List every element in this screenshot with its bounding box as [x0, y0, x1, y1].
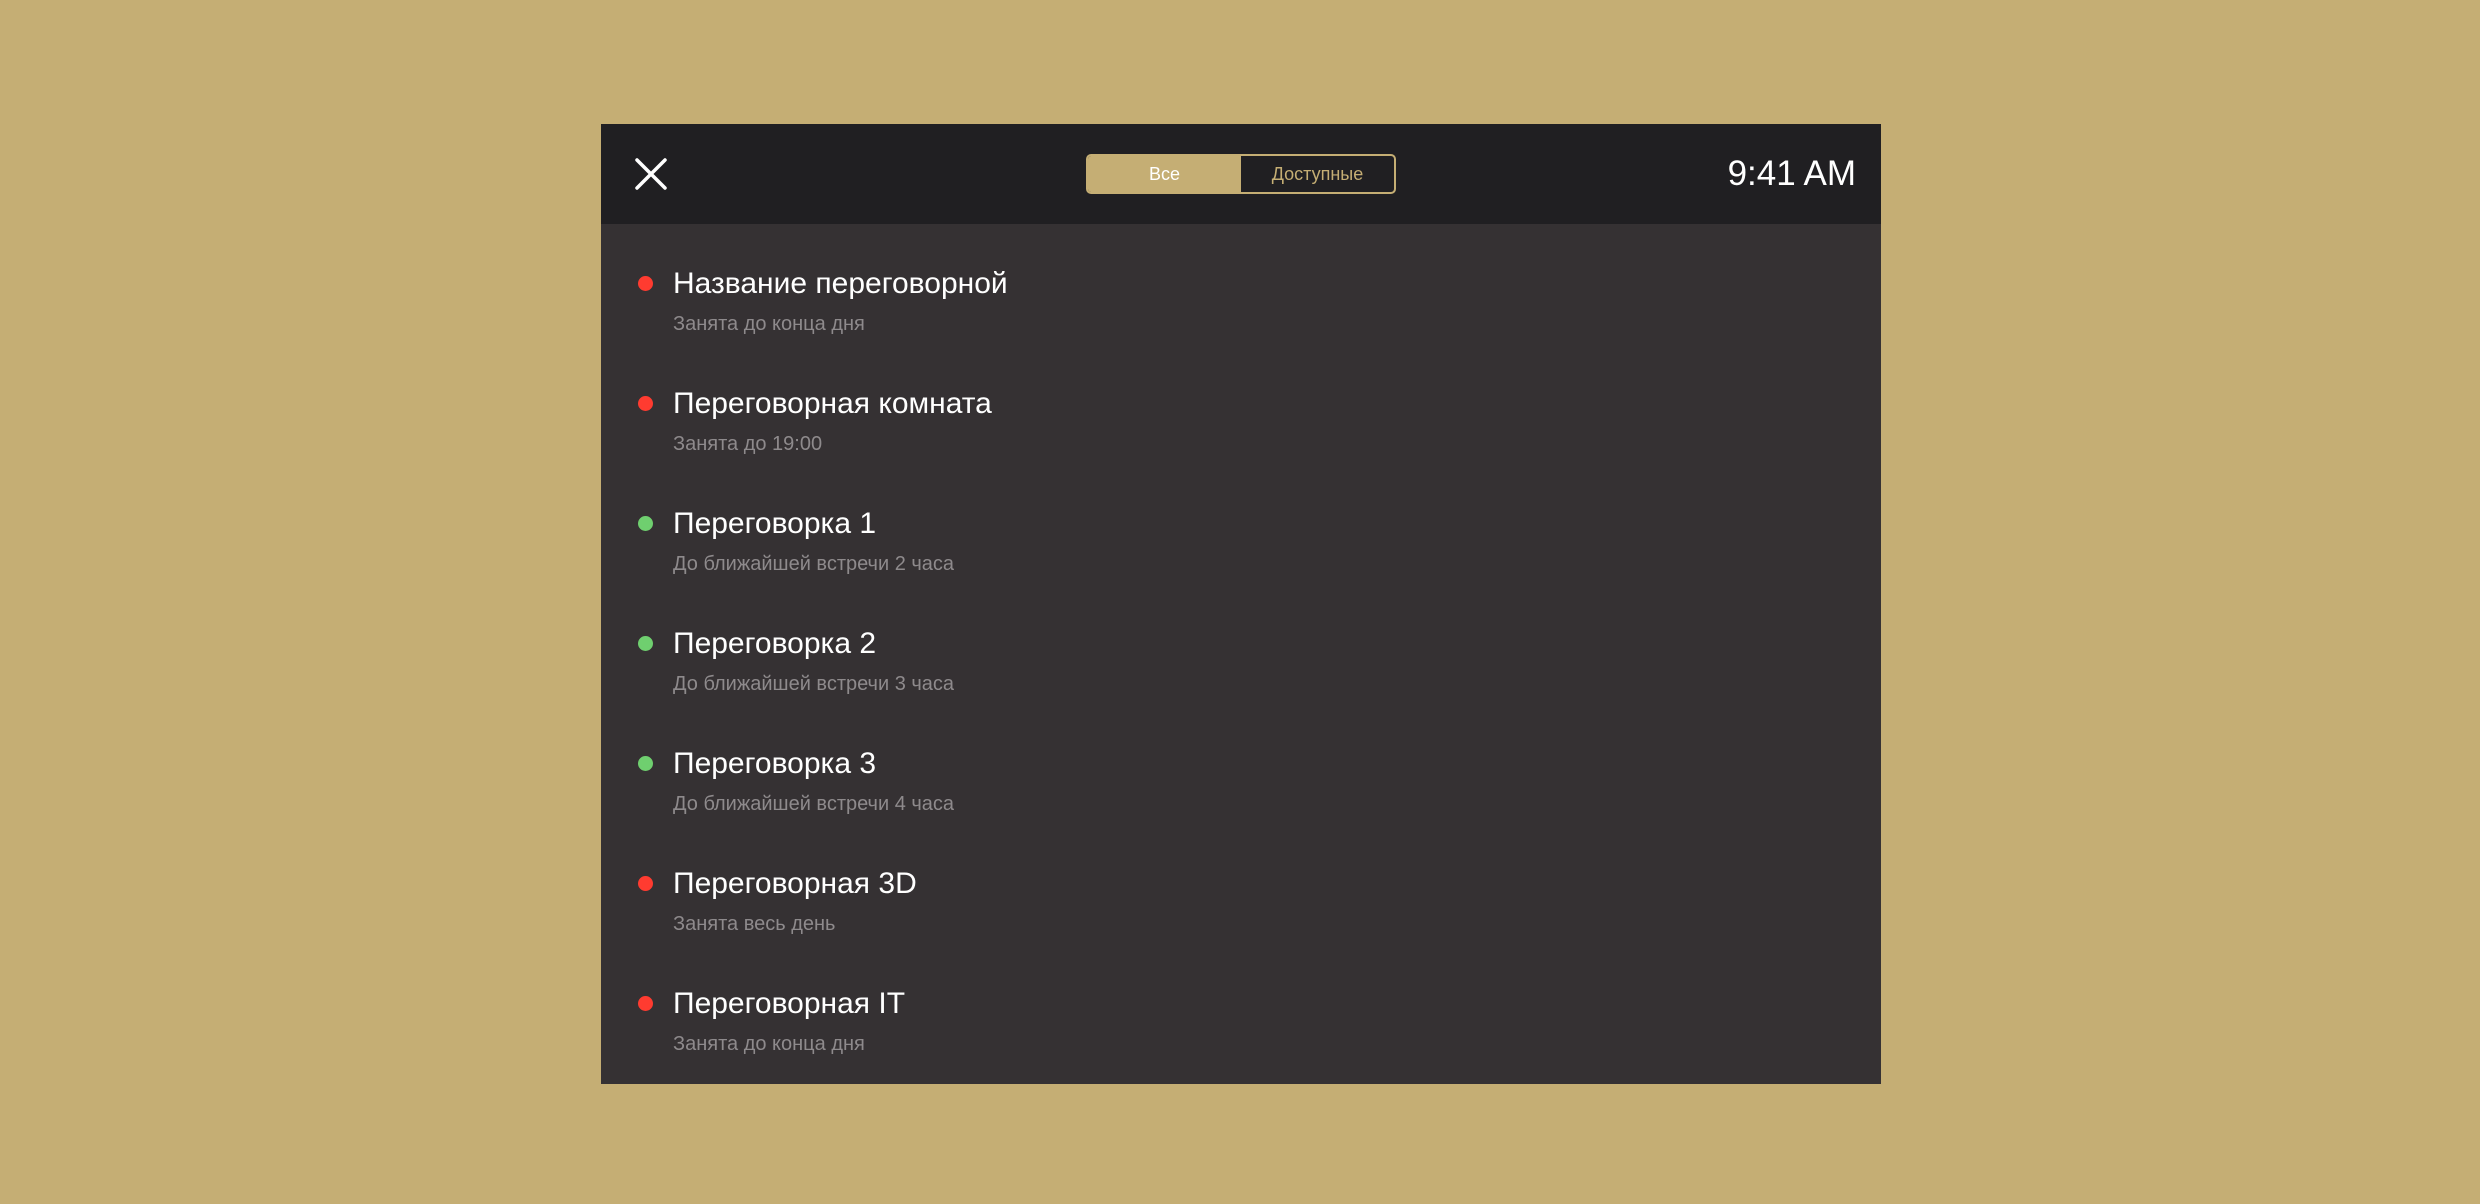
filter-all-tab[interactable]: Все [1088, 156, 1241, 192]
filter-available-tab[interactable]: Доступные [1241, 156, 1394, 192]
room-name: Переговорная 3D [673, 867, 917, 900]
room-status: До ближайшей встречи 4 часа [673, 793, 955, 815]
room-name: Переговорка 1 [673, 507, 877, 540]
room-status: До ближайшей встречи 2 часа [673, 553, 955, 575]
room-status: Занята весь день [673, 913, 836, 935]
close-icon [635, 158, 667, 190]
status-dot [638, 876, 653, 891]
status-dot [638, 996, 653, 1011]
top-bar: Все Доступные 9:41 AM [601, 124, 1881, 224]
room-name: Переговорка 3 [673, 747, 877, 780]
room-status: Занята до конца дня [673, 1033, 865, 1055]
room-list-screen: Все Доступные 9:41 AM Название переговор… [601, 124, 1881, 1084]
room-status: Занята до конца дня [673, 313, 865, 335]
room-status: Занята до 19:00 [673, 433, 823, 455]
clock: 9:41 AM [1727, 154, 1856, 193]
room-item[interactable]: Переговорная IT Занята до конца дня [601, 944, 1881, 1064]
filter-segmented-control: Все Доступные [1086, 154, 1396, 194]
room-item[interactable]: Переговорка 1 До ближайшей встречи 2 час… [601, 464, 1881, 584]
room-item[interactable]: Переговорная 3D Занята весь день [601, 824, 1881, 944]
status-dot [638, 756, 653, 771]
room-name: Название переговорной [673, 267, 1008, 300]
room-item[interactable]: Переговорка 3 До ближайшей встречи 4 час… [601, 704, 1881, 824]
room-name: Переговорная IT [673, 987, 906, 1020]
room-item[interactable]: Переговорная комната Занята до 19:00 [601, 344, 1881, 464]
room-name: Переговорная комната [673, 387, 992, 420]
room-status: До ближайшей встречи 3 часа [673, 673, 955, 695]
status-dot [638, 516, 653, 531]
status-dot [638, 396, 653, 411]
status-dot [638, 636, 653, 651]
status-dot [638, 276, 653, 291]
close-button[interactable] [627, 150, 675, 198]
room-item[interactable]: Переговорка 2 До ближайшей встречи 3 час… [601, 584, 1881, 704]
room-item[interactable]: Название переговорной Занята до конца дн… [601, 224, 1881, 344]
room-list: Название переговорной Занята до конца дн… [601, 224, 1881, 1084]
room-name: Переговорка 2 [673, 627, 877, 660]
